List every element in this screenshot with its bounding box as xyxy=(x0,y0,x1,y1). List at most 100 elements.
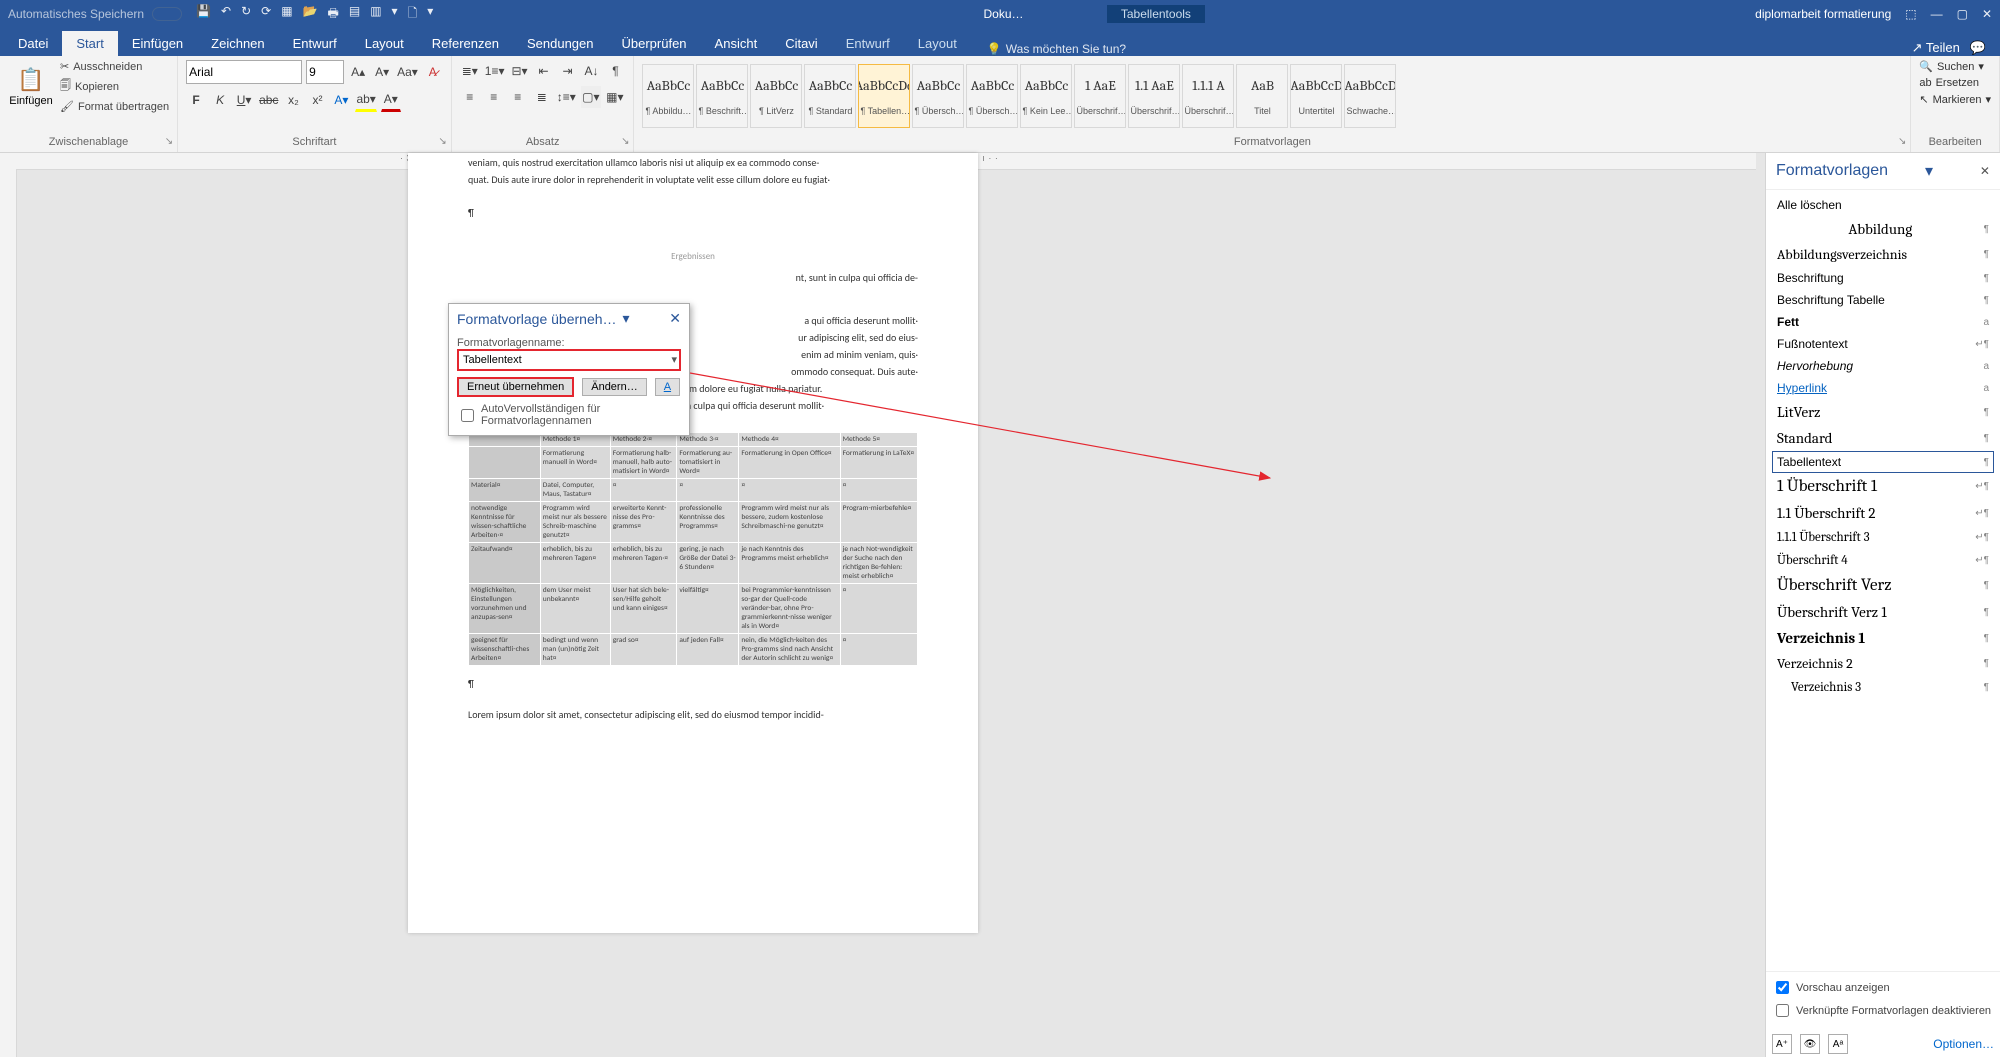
minimize-icon[interactable]: — xyxy=(1931,7,1943,21)
tab-citavi[interactable]: Citavi xyxy=(771,31,832,56)
clear-format-icon[interactable]: A̷ xyxy=(423,61,443,83)
style-item[interactable]: Verzeichnis 1¶ xyxy=(1772,625,1994,651)
style-a-button[interactable]: A xyxy=(655,378,680,396)
dialog-close-icon[interactable]: ✕ xyxy=(669,310,681,327)
tab-file[interactable]: Datei xyxy=(4,31,62,56)
launcher-icon[interactable]: ↘ xyxy=(165,136,173,147)
find-button[interactable]: 🔍Suchen ▾ xyxy=(1919,60,1991,73)
comments-icon[interactable]: 💬 xyxy=(1970,40,1986,56)
style-item[interactable]: 1 Überschrift 1↵¶ xyxy=(1772,473,1994,500)
autocomplete-checkbox[interactable]: AutoVervollständigen für Formatvorlagenn… xyxy=(457,403,681,427)
style-item[interactable]: Fetta xyxy=(1772,311,1994,333)
borders-icon[interactable]: ▦▾ xyxy=(605,86,625,108)
tab-layout[interactable]: Layout xyxy=(351,31,418,56)
style-item[interactable]: Verzeichnis 2¶ xyxy=(1772,651,1994,676)
italic-icon[interactable]: K xyxy=(210,89,230,111)
paste-button[interactable]: 📋 Einfügen xyxy=(8,60,54,113)
sort-icon[interactable]: A↓ xyxy=(581,60,601,82)
numbering-icon[interactable]: 1≡▾ xyxy=(484,60,506,82)
preview-checkbox[interactable]: Vorschau anzeigen xyxy=(1772,978,1994,997)
tab-start[interactable]: Start xyxy=(62,31,117,56)
modify-button[interactable]: Ändern… xyxy=(582,378,646,396)
table-icon[interactable]: ▦ xyxy=(281,4,292,25)
style-item[interactable]: LitVerz¶ xyxy=(1772,399,1994,425)
style-item[interactable]: Abbildungsverzeichnis¶ xyxy=(1772,242,1994,267)
style-item[interactable]: Überschrift Verz¶ xyxy=(1772,572,1994,599)
document-table[interactable]: Methode 1¤Methode 2·¤Methode 3·¤Methode … xyxy=(468,432,918,666)
body-text[interactable]: veniam, quis nostrud exercitation ullamc… xyxy=(468,155,918,170)
align-right-icon[interactable]: ≡ xyxy=(508,86,528,108)
launcher-icon[interactable]: ↘ xyxy=(1898,136,1906,147)
style-card[interactable]: 1.1.1 AÜberschrif… xyxy=(1182,64,1234,128)
save-icon[interactable]: 💾 xyxy=(196,4,211,25)
new-style-icon[interactable]: A⁺ xyxy=(1772,1034,1792,1054)
superscript-icon[interactable]: x² xyxy=(307,89,327,111)
pane-close-icon[interactable]: ✕ xyxy=(1980,164,1990,178)
style-card[interactable]: AaBbCcDUntertitel xyxy=(1290,64,1342,128)
align-center-icon[interactable]: ≡ xyxy=(484,86,504,108)
underline-icon[interactable]: U▾ xyxy=(234,89,254,111)
pilcrow[interactable]: ¶ xyxy=(468,205,918,220)
new-icon[interactable]: 🗋 xyxy=(408,4,418,25)
dialog-dropdown-icon[interactable]: ▾ xyxy=(623,310,630,327)
print-icon[interactable]: 🖶 xyxy=(328,4,339,25)
text-effects-icon[interactable]: A▾ xyxy=(331,89,351,111)
undo-icon[interactable]: ↶ xyxy=(221,4,231,25)
ruler-vertical[interactable] xyxy=(0,169,17,1057)
highlight-icon[interactable]: ab▾ xyxy=(355,88,376,112)
close-icon[interactable]: ✕ xyxy=(1982,7,1992,21)
subscript-icon[interactable]: x₂ xyxy=(283,89,303,111)
style-card[interactable]: AaBbCc¶ Kein Lee… xyxy=(1020,64,1072,128)
tab-mailings[interactable]: Sendungen xyxy=(513,31,608,56)
redo-icon[interactable]: ↻ xyxy=(241,4,251,25)
style-card[interactable]: 1 AaEÜberschrif… xyxy=(1074,64,1126,128)
launcher-icon[interactable]: ↘ xyxy=(621,136,629,147)
more-icon[interactable]: ▾ xyxy=(392,4,398,25)
style-card[interactable]: AaBbCcDd¶ Tabellen… xyxy=(858,64,910,128)
options-link[interactable]: Optionen… xyxy=(1933,1037,1994,1051)
cut-button[interactable]: ✂Ausschneiden xyxy=(60,60,169,73)
tab-design[interactable]: Entwurf xyxy=(279,31,351,56)
replace-button[interactable]: abErsetzen xyxy=(1919,77,1991,89)
grow-font-icon[interactable]: A▴ xyxy=(348,61,368,83)
style-card[interactable]: AaBbCc¶ Standard xyxy=(804,64,856,128)
style-item[interactable]: Hervorhebunga xyxy=(1772,355,1994,377)
style-card[interactable]: AaBTitel xyxy=(1236,64,1288,128)
shrink-font-icon[interactable]: A▾ xyxy=(372,61,392,83)
reapply-button[interactable]: Erneut übernehmen xyxy=(457,377,574,397)
open-icon[interactable]: 📂 xyxy=(303,4,318,25)
dropdown-icon[interactable]: ▾ xyxy=(671,353,677,366)
style-item[interactable]: Fußnotentext↵¶ xyxy=(1772,333,1994,355)
refresh-icon[interactable]: ⟳ xyxy=(261,4,271,25)
body-text[interactable]: nt, sunt in culpa qui officia de- xyxy=(468,270,918,285)
tab-references[interactable]: Referenzen xyxy=(418,31,513,56)
increase-indent-icon[interactable]: ⇥ xyxy=(557,60,577,82)
style-item[interactable]: Beschriftung¶ xyxy=(1772,267,1994,289)
style-item[interactable]: Standard¶ xyxy=(1772,425,1994,451)
shading-icon[interactable]: ▢▾ xyxy=(581,86,601,108)
style-item[interactable]: Tabellentext¶ xyxy=(1772,451,1994,473)
justify-icon[interactable]: ≣ xyxy=(532,86,552,108)
align-left-icon[interactable]: ≡ xyxy=(460,86,480,108)
font-color-icon[interactable]: A▾ xyxy=(381,88,401,112)
maximize-icon[interactable]: ▢ xyxy=(1957,7,1968,21)
tab-table-design[interactable]: Entwurf xyxy=(832,31,904,56)
style-card[interactable]: 1.1 AaEÜberschrif… xyxy=(1128,64,1180,128)
tell-me[interactable]: 💡Was möchten Sie tun? xyxy=(987,42,1126,56)
format-painter-button[interactable]: 🖌Format übertragen xyxy=(60,100,169,113)
tab-view[interactable]: Ansicht xyxy=(701,31,772,56)
disable-linked-checkbox[interactable]: Verknüpfte Formatvorlagen deaktivieren xyxy=(1772,1001,1994,1020)
tab-insert[interactable]: Einfügen xyxy=(118,31,197,56)
multilevel-icon[interactable]: ⊟▾ xyxy=(509,60,529,82)
insert-table-icon[interactable]: ▥ xyxy=(370,4,381,25)
manage-styles-icon[interactable]: Aᵃ xyxy=(1828,1034,1848,1054)
body-text[interactable]: quat. Duis aute irure dolor in reprehend… xyxy=(468,172,918,187)
style-card[interactable]: AaBbCc¶ LitVerz xyxy=(750,64,802,128)
style-card[interactable]: AaBbCc¶ Übersch… xyxy=(912,64,964,128)
document-page[interactable]: veniam, quis nostrud exercitation ullamc… xyxy=(408,153,978,933)
body-text[interactable]: Lorem ipsum dolor sit amet, consectetur … xyxy=(468,707,918,722)
tab-review[interactable]: Überprüfen xyxy=(608,31,701,56)
autosave-toggle[interactable]: Automatisches Speichern xyxy=(8,7,182,21)
qat-dropdown-icon[interactable]: ▾ xyxy=(427,4,433,25)
font-size-input[interactable] xyxy=(306,60,344,84)
